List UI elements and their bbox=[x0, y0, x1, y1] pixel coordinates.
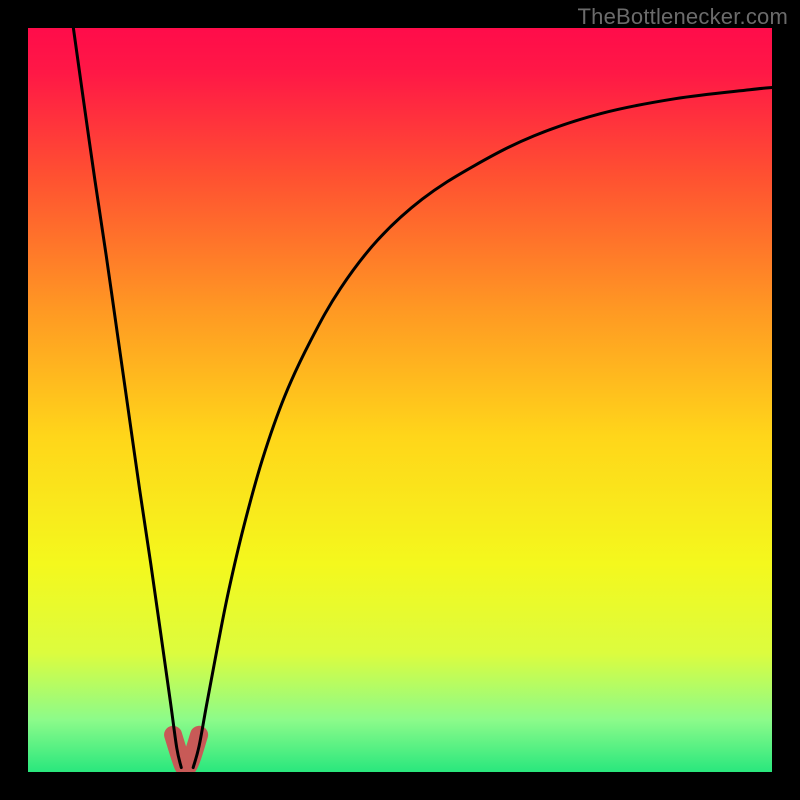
chart-plot-area bbox=[28, 28, 772, 772]
watermark-text: TheBottlenecker.com bbox=[578, 4, 788, 30]
gradient-background bbox=[28, 28, 772, 772]
chart-svg bbox=[28, 28, 772, 772]
outer-frame: TheBottlenecker.com bbox=[0, 0, 800, 800]
